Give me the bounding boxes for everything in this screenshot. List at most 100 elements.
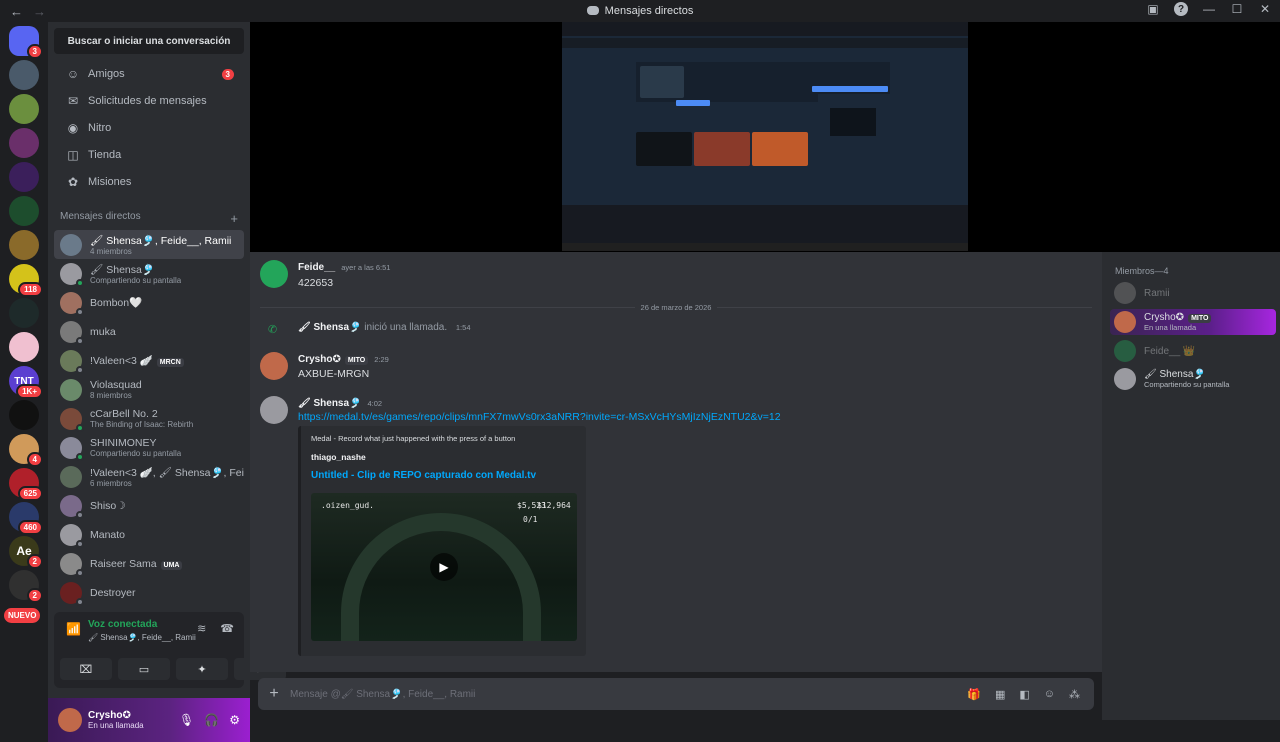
server-icon[interactable] bbox=[9, 128, 39, 158]
signal-icon[interactable]: 📶 bbox=[66, 622, 81, 636]
message-input[interactable]: Mensaje @🖌 Shensa🎐, Feide__, Ramii bbox=[290, 689, 967, 700]
video-hud-money: $12,964 bbox=[537, 501, 571, 510]
server-icon[interactable] bbox=[9, 162, 39, 192]
dm-name: Bombon🤍 bbox=[90, 297, 143, 309]
avatar[interactable] bbox=[260, 352, 288, 380]
dm-item[interactable]: Manato bbox=[54, 520, 244, 549]
nav-item-tienda[interactable]: ◫ Tienda bbox=[54, 142, 244, 168]
video-hud-name: .oizen_gud. bbox=[321, 501, 374, 510]
dm-item[interactable]: 🖌 Shensa🎐 Compartiendo su pantalla bbox=[54, 259, 244, 288]
dm-name: Manato bbox=[90, 528, 126, 541]
dm-item[interactable]: Raiseer Sama UMA bbox=[54, 549, 244, 578]
screen-share-stream[interactable] bbox=[250, 22, 1280, 252]
activities-icon: ✦ bbox=[197, 663, 207, 676]
avatar bbox=[1114, 340, 1136, 362]
server-icon[interactable]: Ae 2 bbox=[9, 536, 43, 569]
dm-item[interactable]: cCarBell No. 2 The Binding of Isaac: Rebi… bbox=[54, 404, 244, 433]
gift-icon[interactable]: 🎁 bbox=[967, 688, 981, 701]
embed-video[interactable]: .oizen_gud. $5,523 0/1 $12,964 ▶ bbox=[311, 493, 577, 641]
headphones-icon[interactable]: 🎧 bbox=[204, 713, 219, 727]
server-icon[interactable] bbox=[9, 230, 39, 260]
dm-item[interactable]: muka bbox=[54, 317, 244, 346]
server-icon[interactable] bbox=[9, 94, 39, 124]
server-icon[interactable]: TNT 1K+ bbox=[9, 366, 43, 399]
message-link[interactable]: https://medal.tv/es/games/repo/clips/mnF… bbox=[298, 411, 781, 423]
disconnect-icon[interactable]: ☎ bbox=[220, 622, 234, 635]
user-name[interactable]: Crysho✪ bbox=[88, 710, 144, 721]
notification-badge: 625 bbox=[17, 486, 43, 501]
server-icon[interactable]: 460 bbox=[9, 502, 43, 535]
nav-item-solicitudes[interactable]: ✉ Solicitudes de mensajes bbox=[54, 88, 244, 114]
server-icon[interactable]: 2 bbox=[9, 570, 43, 603]
maximize-icon[interactable]: ☐ bbox=[1230, 2, 1244, 16]
nav-item-amigos[interactable]: ☺ Amigos 3 bbox=[54, 61, 244, 87]
call-author[interactable]: 🖌 Shensa🎐 bbox=[298, 322, 362, 333]
camera-button[interactable]: ⌧ bbox=[60, 658, 112, 680]
play-icon[interactable]: ▶ bbox=[430, 553, 458, 581]
message-author[interactable]: Feide__ bbox=[298, 262, 335, 273]
avatar[interactable] bbox=[260, 260, 288, 288]
shared-screen-content bbox=[562, 22, 968, 251]
avatar[interactable] bbox=[58, 708, 82, 732]
dm-item[interactable]: Destroyer bbox=[54, 578, 244, 607]
server-icon[interactable]: 4 bbox=[9, 434, 43, 467]
member-item[interactable]: Feide__ 👑 bbox=[1110, 338, 1276, 364]
server-icon[interactable]: 625 bbox=[9, 468, 43, 501]
server-icon[interactable]: 3 bbox=[9, 26, 43, 59]
dm-item[interactable]: !Valeen<3 🪽 MRCN bbox=[54, 346, 244, 375]
dm-sidebar: Buscar o iniciar una conversación ☺ Amigo… bbox=[48, 22, 286, 742]
notification-badge: 1K+ bbox=[16, 384, 43, 399]
voice-status[interactable]: Voz conectada bbox=[88, 619, 157, 630]
message-author[interactable]: Crysho✪ bbox=[298, 354, 341, 365]
gif-icon[interactable]: ▦ bbox=[995, 688, 1005, 701]
noise-suppression-icon[interactable]: ≋ bbox=[197, 622, 206, 635]
new-badge[interactable]: NUEVO bbox=[4, 608, 41, 623]
dm-item[interactable]: SHINIMONEY Compartiendo su pantalla bbox=[54, 433, 244, 462]
server-icon[interactable] bbox=[9, 332, 39, 362]
server-icon[interactable] bbox=[9, 298, 39, 328]
embed-author[interactable]: thiago_nashe bbox=[311, 452, 366, 462]
nav-item-misiones[interactable]: ✿ Misiones bbox=[54, 169, 244, 195]
embed-title[interactable]: Untitled - Clip de REPO capturado con Me… bbox=[311, 470, 536, 481]
server-icon[interactable] bbox=[9, 60, 39, 90]
message-author[interactable]: 🖌 Shensa🎐 bbox=[298, 398, 362, 409]
dm-item[interactable]: Shiso☽ bbox=[54, 491, 244, 520]
settings-gear-icon[interactable]: ⚙ bbox=[229, 713, 240, 727]
activities-button[interactable]: ✦ bbox=[176, 658, 228, 680]
dm-item[interactable]: 🖌 Shensa🎐, Feide__, Ramii 4 miembros bbox=[54, 230, 244, 259]
search-button[interactable]: Buscar o iniciar una conversación bbox=[54, 28, 244, 54]
dm-item[interactable]: !Valeen<3 🪽, 🖌 Shensa🎐, Feide...6 miembr… bbox=[54, 462, 244, 491]
microphone-icon[interactable]: 🎙 bbox=[179, 713, 194, 727]
embed-provider[interactable]: Medal - Record what just happened with t… bbox=[311, 434, 515, 443]
avatar[interactable] bbox=[260, 396, 288, 424]
forward-arrow-icon[interactable]: → bbox=[33, 4, 46, 19]
notification-badge: 4 bbox=[26, 452, 43, 467]
attach-plus-icon[interactable]: + bbox=[258, 685, 290, 703]
close-icon[interactable]: ✕ bbox=[1258, 2, 1272, 16]
message-composer[interactable]: + Mensaje @🖌 Shensa🎐, Feide__, Ramii 🎁 ▦… bbox=[258, 678, 1094, 710]
voice-participants: 🖌 Shensa🎐, Feide__, Ramii bbox=[88, 633, 196, 642]
back-arrow-icon[interactable]: ← bbox=[10, 4, 23, 19]
help-icon[interactable]: ? bbox=[1174, 2, 1188, 16]
screen-share-button[interactable]: ▭ bbox=[118, 658, 170, 680]
dm-subtext: 8 miembros bbox=[90, 391, 132, 400]
dm-item[interactable]: Violasquad 8 miembros bbox=[54, 375, 244, 404]
server-icon[interactable] bbox=[9, 400, 39, 430]
member-item[interactable]: 🖌 Shensa🎐 Compartiendo su pantalla bbox=[1110, 366, 1276, 392]
sticker-icon[interactable]: ◧ bbox=[1019, 688, 1029, 701]
nav-item-nitro[interactable]: ◉ Nitro bbox=[54, 115, 244, 141]
guild-tag[interactable]: MITO bbox=[344, 356, 369, 365]
apps-icon[interactable]: ⁂ bbox=[1069, 688, 1080, 701]
server-icon[interactable]: 118 bbox=[9, 264, 43, 297]
minimize-icon[interactable]: — bbox=[1202, 2, 1216, 16]
add-dm-icon[interactable]: + bbox=[230, 211, 238, 226]
dm-item[interactable]: Bombon🤍 bbox=[54, 288, 244, 317]
member-item[interactable]: Ramii bbox=[1110, 280, 1276, 306]
phone-icon: ✆ bbox=[268, 324, 278, 336]
inbox-icon[interactable]: ▣ bbox=[1146, 2, 1160, 16]
avatar bbox=[1114, 311, 1136, 333]
member-item[interactable]: Crysho✪ MITO En una llamada bbox=[1110, 309, 1276, 335]
emoji-icon[interactable]: ☺ bbox=[1044, 688, 1055, 701]
dm-name: !Valeen<3 🪽, 🖌 Shensa🎐, Feide... bbox=[90, 466, 244, 479]
server-icon[interactable] bbox=[9, 196, 39, 226]
